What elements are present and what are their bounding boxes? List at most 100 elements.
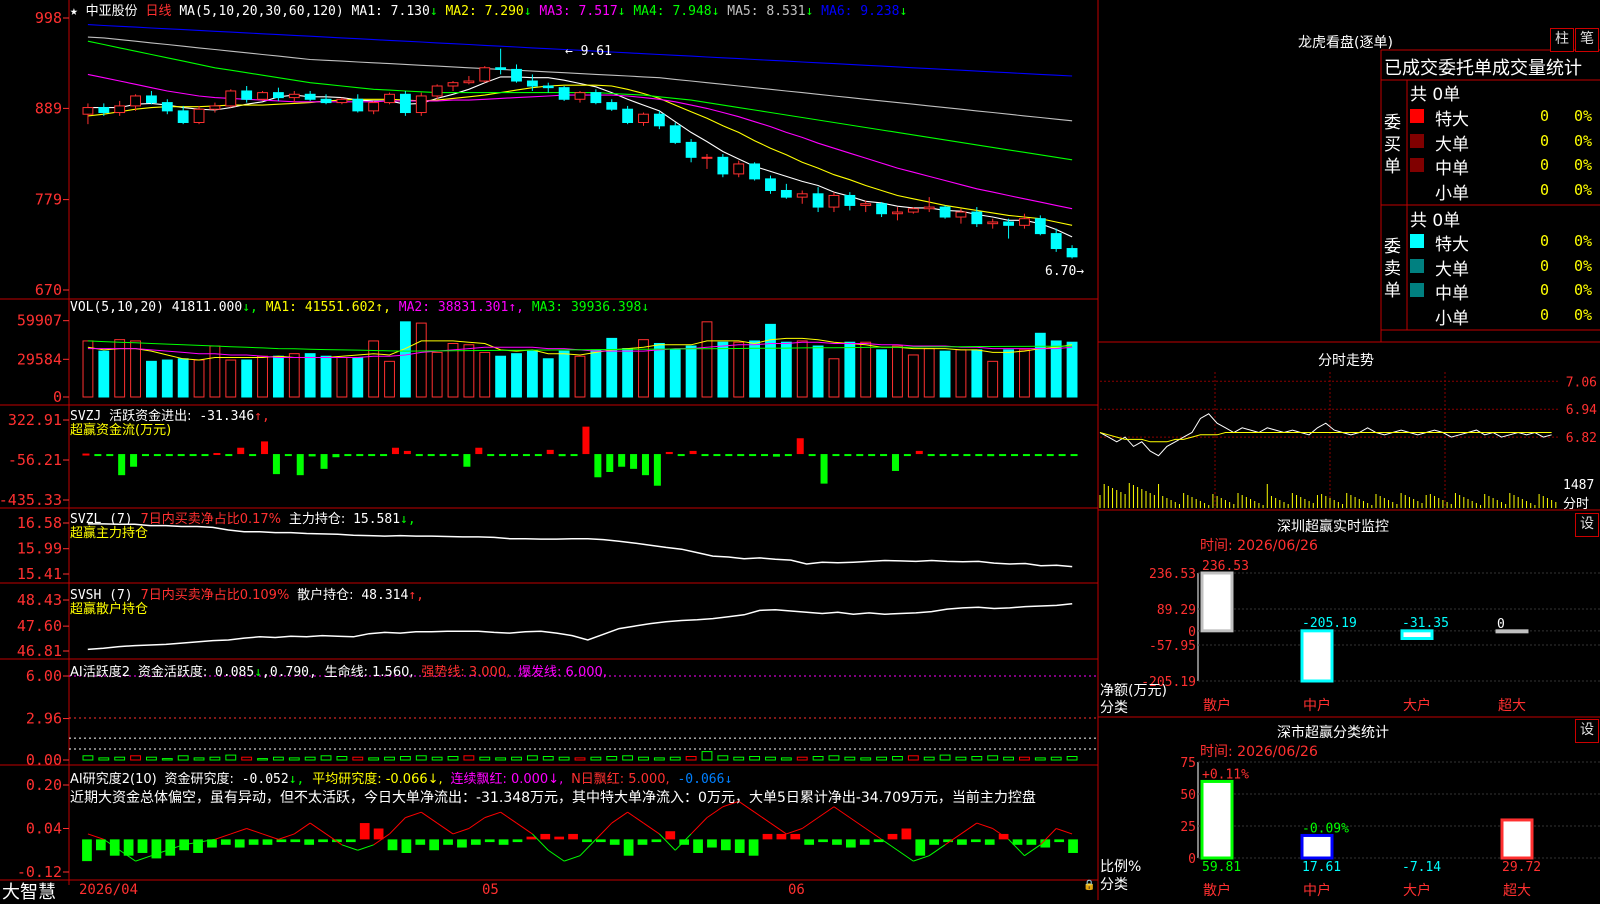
ai-research-bar-31 [512, 839, 523, 843]
vol-ma1: MA1: 41551.602↑, [265, 300, 391, 315]
vol-bar-56 [971, 349, 983, 398]
candle-body-40 [717, 156, 729, 175]
vol-bar-44 [780, 341, 792, 398]
ma-item-arrow-1: ↓ [429, 4, 438, 19]
star-icon[interactable]: ★ [70, 4, 78, 19]
stroke-button[interactable]: 笔 [1575, 28, 1599, 52]
vol-bar-33 [606, 337, 618, 398]
candle-body-8 [209, 105, 221, 110]
buy-row-pct-0: 0% [1574, 107, 1593, 125]
candle-body-58 [1003, 221, 1014, 226]
candle-body-62 [1066, 248, 1078, 258]
ai-research-bar-41 [651, 839, 662, 843]
ai-active-bar-1 [98, 757, 110, 761]
sz-class-cat-1: 中户 [1303, 882, 1331, 899]
ai-research-line-seg-52 [913, 855, 930, 862]
sz-class-top-label-0: +0.11% [1202, 767, 1249, 782]
svzj-bar-73 [951, 454, 959, 457]
ai-active-bar-42 [749, 756, 761, 761]
svzj-bar-8 [177, 454, 185, 457]
ai-active-bar-6 [177, 755, 189, 761]
vol-bar-13 [288, 353, 300, 398]
vol-bar-40 [717, 341, 729, 398]
pillar-button[interactable]: 柱 [1550, 28, 1574, 52]
candle-body-32 [590, 92, 602, 104]
ai-research-bar-39 [623, 839, 634, 856]
ma-item-6: MA6: 9.238 [813, 4, 900, 19]
ai-research-bar-65 [984, 839, 995, 845]
ai-active-bar-23 [447, 756, 459, 761]
ai-research-bar-29 [484, 839, 495, 843]
sz-monitor-tick-3: -57.95 [1149, 639, 1196, 654]
ai-research-line-seg-20 [405, 811, 422, 819]
ai-research-bar-49 [762, 833, 773, 840]
svzj-bar-16 [272, 454, 280, 475]
ai-active-bar-30 [558, 756, 570, 761]
ai-active-bar-13 [288, 757, 300, 761]
sz-monitor-value-1: -205.19 [1302, 616, 1357, 631]
candle-body-37 [669, 125, 681, 143]
candle-body-34 [622, 108, 634, 123]
ai-research-bar-67 [1012, 839, 1023, 845]
ai-research-bar-13 [262, 839, 273, 845]
sell-row-swatch-3 [1410, 307, 1424, 322]
sell-row-name-3: 小单 [1435, 308, 1469, 329]
vol-bar-52 [907, 354, 919, 398]
candle-body-22 [431, 85, 443, 97]
vol-bar-47 [828, 358, 840, 398]
vol-value: 41811.000 [171, 300, 243, 315]
sz-monitor-bar-0 [1200, 571, 1234, 633]
candle-body-9 [225, 90, 237, 107]
sz-class-value-0: 59.81 [1202, 860, 1241, 875]
candle-body-54 [939, 206, 951, 218]
price-header: ★ 中亚股份 日线 MA(5,10,20,30,60,120) MA1: 7.1… [70, 0, 907, 19]
sz-monitor-cat-1: 中户 [1303, 697, 1331, 714]
svzj-bar-74 [963, 454, 971, 457]
candle-body-44 [780, 189, 792, 198]
ai-research-bar-4 [137, 839, 148, 853]
period-label[interactable]: 日线 [146, 4, 172, 19]
order-stats-tab[interactable]: 已成交委托单成交量统计 [1384, 54, 1598, 80]
sz-class-bar-1 [1300, 833, 1334, 860]
ai-research-bar-19 [345, 839, 356, 843]
sz-class-settings-button[interactable]: 设 [1575, 719, 1599, 743]
sell-row-name-0: 特大 [1435, 235, 1469, 255]
svzj-bar-47 [641, 454, 649, 476]
sz-monitor-cat-2: 大户 [1403, 697, 1431, 714]
ai-research-line-seg-13 [294, 822, 311, 835]
sell-row-count-3: 0 [1540, 305, 1550, 324]
svzj-bar-35 [499, 454, 507, 457]
vol-bar-19 [384, 360, 395, 398]
vol-bar-54 [939, 350, 951, 398]
vol-bar-18 [368, 340, 380, 398]
buy-row-count-0: 0 [1540, 107, 1550, 125]
svzj-tick-1: -56.21 [8, 451, 62, 469]
svzj-bar-70 [915, 450, 923, 455]
svsh-label1: 7日内买卖净占比0.109% [140, 588, 290, 603]
ai-research-line-seg-43 [770, 822, 787, 835]
candle-body-33 [606, 102, 618, 110]
price-low-label: 6.70→ [1045, 264, 1084, 279]
svzj-bar-33 [475, 447, 483, 455]
sell-row-name-1: 大单 [1435, 259, 1469, 280]
sz-class-y-unit: 比例% [1100, 859, 1142, 875]
sz-monitor-settings-button[interactable]: 设 [1575, 513, 1599, 537]
svzj-bar-83 [1070, 454, 1078, 457]
ma-item-3: MA3: 7.517 [531, 4, 618, 19]
svzj-bar-69 [903, 454, 911, 457]
ai-active-bar-46 [812, 756, 824, 761]
stock-name[interactable]: 中亚股份 [86, 4, 138, 19]
ai-research-bar-44 [693, 839, 703, 853]
svzj-bar-22 [344, 454, 352, 457]
candle-body-26 [495, 67, 507, 70]
ai-active-bar-38 [685, 756, 697, 761]
ai-research-line-seg-59 [1024, 844, 1041, 857]
main-chart-svg[interactable]: 998 889 779 670 ← 9.61 6.70→ 59907 29584 0 322.91… [0, 0, 1600, 900]
svzl-line [87, 523, 1073, 568]
lock-icon[interactable]: 🔒 [1083, 880, 1095, 891]
svzj-bar-42 [582, 426, 590, 455]
candle-body-38 [685, 141, 697, 158]
ai-research-nday2: -0.066↓ [677, 772, 733, 787]
ai-research-line-seg-32 [595, 822, 613, 840]
ai-active-bar-2 [114, 756, 126, 761]
